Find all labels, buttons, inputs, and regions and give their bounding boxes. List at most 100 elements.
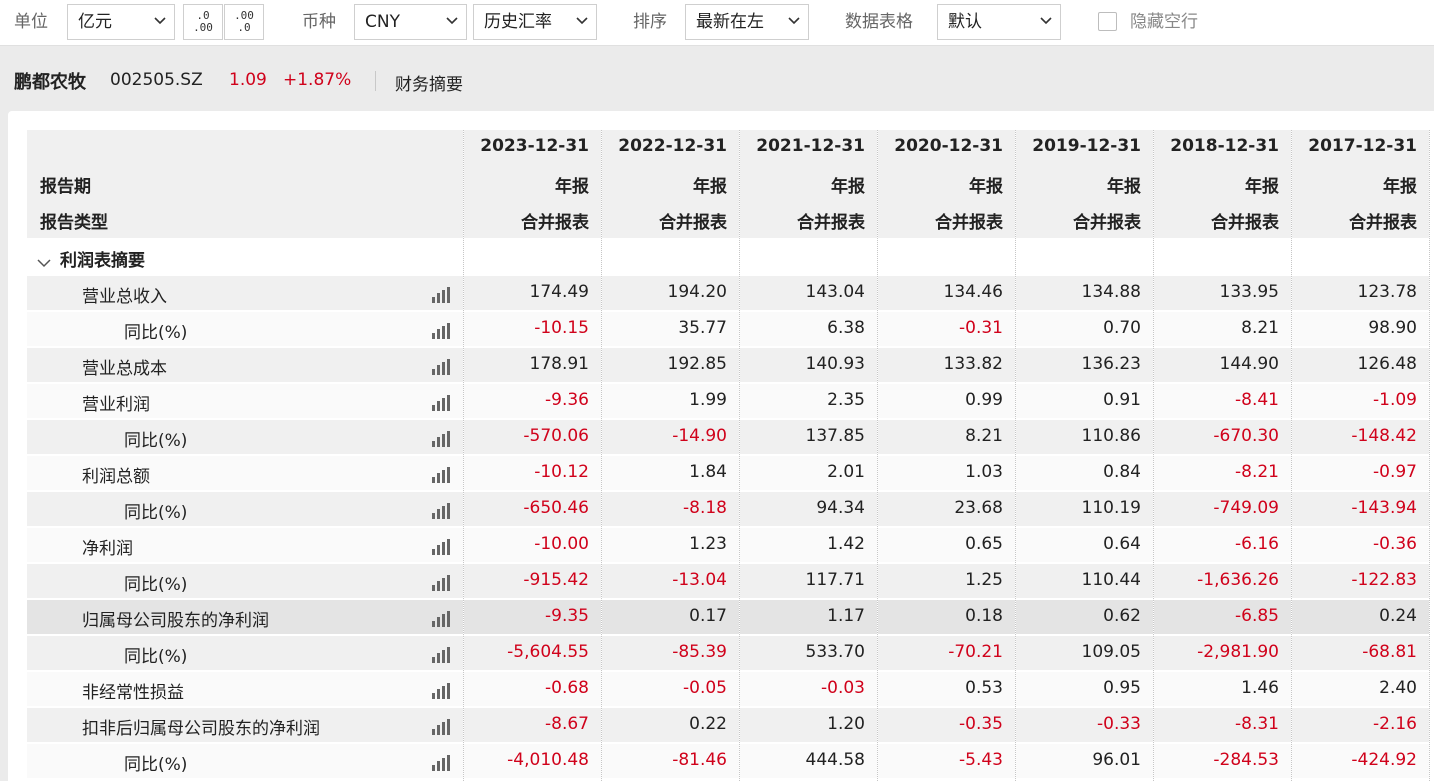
bar-chart-icon[interactable] (432, 755, 450, 771)
table-row[interactable]: 营业总收入 174.49 194.20 143.04 134.46 134.88 133.9… (27, 276, 1434, 312)
row-label: 同比(%) (124, 575, 188, 595)
table-cell: -10.12 (464, 456, 601, 490)
cell-value: 192.85 (667, 354, 727, 374)
bar-chart-icon[interactable] (432, 503, 450, 519)
increase-decimal-button[interactable]: .0 .00 (183, 4, 223, 40)
row-label: 同比(%) (124, 323, 188, 343)
table-cell: 136.23 (1016, 348, 1153, 382)
bar-chart-icon[interactable] (432, 719, 450, 735)
header-date: 2017-12-31 (1308, 136, 1417, 156)
table-cell: 444.58 (740, 744, 877, 778)
cell-value: 533.70 (805, 642, 865, 662)
cell-value: -570.06 (523, 426, 589, 446)
cell-value: -9.35 (545, 606, 589, 626)
cell-value: -915.42 (523, 570, 589, 590)
bar-chart-icon[interactable] (432, 323, 450, 339)
header-period: 年报 (831, 177, 865, 197)
increase-decimal-icon: .0 .00 (193, 9, 213, 34)
unit-label: 单位 (14, 12, 48, 32)
cell-value: 109.05 (1081, 642, 1141, 662)
table-cell: 2.35 (740, 384, 877, 418)
cell-value: -1.09 (1373, 390, 1417, 410)
currency-select[interactable]: CNY (354, 4, 467, 40)
row-label: 同比(%) (124, 647, 188, 667)
column-divider (877, 130, 878, 781)
cell-value: 35.77 (678, 318, 727, 338)
row-label-cell: 非经常性损益 (27, 672, 463, 706)
cell-value: -0.05 (683, 678, 727, 698)
exchange-rate-select[interactable]: 历史汇率 (473, 4, 597, 40)
table-cell: 1.20 (740, 708, 877, 742)
cell-value: -0.03 (821, 678, 865, 698)
table-cell: 98.90 (1292, 312, 1429, 346)
table-cell: 134.88 (1016, 276, 1153, 310)
table-row[interactable]: 同比(%) -915.42 -13.04 117.71 1.25 110.44 -1,636… (27, 564, 1434, 600)
bar-chart-icon[interactable] (432, 683, 450, 699)
table-row[interactable]: 同比(%) -570.06 -14.90 137.85 8.21 110.86 -670.3… (27, 420, 1434, 456)
tab-financial-summary[interactable]: 财务摘要 (395, 70, 463, 95)
bar-chart-icon[interactable] (432, 359, 450, 375)
table-cell: 0.84 (1016, 456, 1153, 490)
collapse-caret-icon[interactable] (37, 253, 51, 272)
hide-empty-rows-label[interactable]: 隐藏空行 (1130, 10, 1198, 34)
table-cell: 110.19 (1016, 492, 1153, 526)
cell-value: 1.20 (827, 714, 865, 734)
decrease-decimal-button[interactable]: .00 .0 (224, 4, 264, 40)
table-cell: 178.91 (464, 348, 601, 382)
table-cell: 0.91 (1016, 384, 1153, 418)
bar-chart-icon[interactable] (432, 647, 450, 663)
sort-select-value: 最新在左 (696, 12, 764, 32)
bar-chart-icon[interactable] (432, 575, 450, 591)
section-label[interactable]: 利润表摘要 (27, 240, 463, 274)
header-label-report-type: 报告类型 (40, 213, 108, 233)
bar-chart-icon[interactable] (432, 467, 450, 483)
bar-chart-icon[interactable] (432, 611, 450, 627)
header-period: 年报 (1245, 177, 1279, 197)
cell-value: 0.91 (1103, 390, 1141, 410)
table-row[interactable]: 营业利润 -9.36 1.99 2.35 0.99 0.91 -8.41 -1.09 (27, 384, 1434, 420)
table-row[interactable]: 净利润 -10.00 1.23 1.42 0.65 0.64 -6.16 -0.36 (27, 528, 1434, 564)
table-row[interactable]: 营业总成本 178.91 192.85 140.93 133.82 136.23 144.9… (27, 348, 1434, 384)
bar-chart-icon[interactable] (432, 539, 450, 555)
table-cell: 0.70 (1016, 312, 1153, 346)
table-row[interactable]: 非经常性损益 -0.68 -0.05 -0.03 0.53 0.95 1.46 2.40 (27, 672, 1434, 708)
table-format-select[interactable]: 默认 (937, 4, 1061, 40)
table-cell: 533.70 (740, 636, 877, 670)
table-row[interactable]: 同比(%) -5,604.55 -85.39 533.70 -70.21 109.05 -2… (27, 636, 1434, 672)
row-label: 非经常性损益 (82, 683, 184, 703)
row-label-cell: 扣非后归属母公司股东的净利润 (27, 708, 463, 742)
bar-chart-icon[interactable] (432, 395, 450, 411)
header-column: 2022-12-31 年报 合并报表 (602, 130, 739, 238)
table-cell: 1.25 (878, 564, 1015, 598)
table-cell: 133.95 (1154, 276, 1291, 310)
bar-chart-icon[interactable] (432, 431, 450, 447)
table-cell: -0.68 (464, 672, 601, 706)
cell-value: 0.18 (965, 606, 1003, 626)
header-column: 2021-12-31 年报 合并报表 (740, 130, 877, 238)
header-period: 年报 (693, 177, 727, 197)
table-row[interactable]: 利润总额 -10.12 1.84 2.01 1.03 0.84 -8.21 -0.97 (27, 456, 1434, 492)
table-row[interactable]: 扣非后归属母公司股东的净利润 -8.67 0.22 1.20 -0.35 -0.33 -8.… (27, 708, 1434, 744)
table-cell: 143.04 (740, 276, 877, 310)
cell-value: -8.18 (683, 498, 727, 518)
header-type: 合并报表 (1211, 213, 1279, 233)
cell-value: 1.84 (689, 462, 727, 482)
cell-value: -284.53 (1213, 750, 1279, 770)
currency-label: 币种 (302, 12, 336, 32)
table-cell: -670.30 (1154, 420, 1291, 454)
table-row[interactable]: 同比(%) -650.46 -8.18 94.34 23.68 110.19 -749.09… (27, 492, 1434, 528)
row-label-cell: 同比(%) (27, 636, 463, 670)
unit-select[interactable]: 亿元 (67, 4, 175, 40)
cell-value: -749.09 (1213, 498, 1279, 518)
table-cell: -143.94 (1292, 492, 1429, 526)
section-income-statement[interactable]: 利润表摘要 (27, 240, 1434, 276)
cell-value: -5.43 (959, 750, 1003, 770)
bar-chart-icon[interactable] (432, 287, 450, 303)
sort-select[interactable]: 最新在左 (685, 4, 809, 40)
table-row[interactable]: 同比(%) -10.15 35.77 6.38 -0.31 0.70 8.21 98.90 (27, 312, 1434, 348)
table-row[interactable]: 同比(%) -4,010.48 -81.46 444.58 -5.43 96.01 -284… (27, 744, 1434, 780)
cell-value: -0.97 (1373, 462, 1417, 482)
currency-select-value: CNY (365, 12, 400, 32)
hide-empty-rows-checkbox[interactable] (1098, 12, 1117, 31)
table-row[interactable]: 归属母公司股东的净利润 -9.35 0.17 1.17 0.18 0.62 -6.85 0.2… (27, 600, 1434, 636)
